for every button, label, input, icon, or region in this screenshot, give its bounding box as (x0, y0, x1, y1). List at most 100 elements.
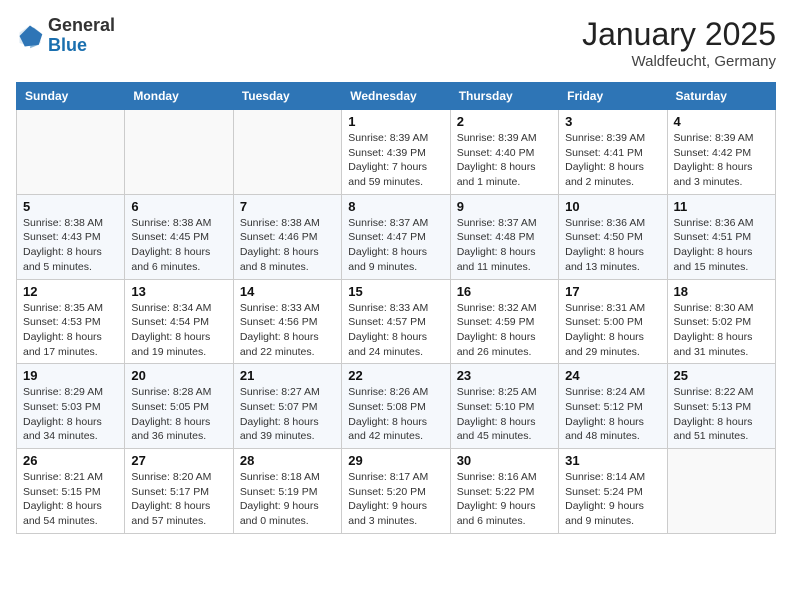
day-number: 23 (457, 368, 552, 383)
day-info: Sunrise: 8:34 AMSunset: 4:54 PMDaylight:… (131, 301, 226, 360)
calendar-week-row: 12Sunrise: 8:35 AMSunset: 4:53 PMDayligh… (17, 279, 776, 364)
calendar-cell: 15Sunrise: 8:33 AMSunset: 4:57 PMDayligh… (342, 279, 450, 364)
calendar-week-row: 19 Sunrise: 8:29 AMSunset: 5:03 PMDayligh… (17, 364, 776, 449)
day-info: Sunrise: 8:39 AMSunset: 4:41 PMDaylight:… (565, 131, 660, 190)
calendar-cell: 22 Sunrise: 8:26 AMSunset: 5:08 PMDayligh… (342, 364, 450, 449)
calendar-cell: 23 Sunrise: 8:25 AMSunset: 5:10 PMDayligh… (450, 364, 558, 449)
day-number: 28 (240, 453, 335, 468)
calendar-cell: 3 Sunrise: 8:39 AMSunset: 4:41 PMDaylight… (559, 110, 667, 195)
calendar-header-row: SundayMondayTuesdayWednesdayThursdayFrid… (17, 83, 776, 110)
day-number: 13 (131, 284, 226, 299)
day-info: Sunrise: 8:31 AMSunset: 5:00 PMDaylight:… (565, 301, 660, 360)
weekday-header: Monday (125, 83, 233, 110)
day-number: 19 (23, 368, 118, 383)
calendar-cell: 2Sunrise: 8:39 AMSunset: 4:40 PMDaylight… (450, 110, 558, 195)
day-number: 11 (674, 199, 769, 214)
calendar-week-row: 1 Sunrise: 8:39 AMSunset: 4:39 PMDaylight… (17, 110, 776, 195)
calendar-cell: 24 Sunrise: 8:24 AMSunset: 5:12 PMDayligh… (559, 364, 667, 449)
day-info: Sunrise: 8:32 AMSunset: 4:59 PMDaylight:… (457, 301, 552, 360)
calendar-cell: 17 Sunrise: 8:31 AMSunset: 5:00 PMDayligh… (559, 279, 667, 364)
day-info: Sunrise: 8:26 AMSunset: 5:08 PMDaylight:… (348, 385, 443, 444)
day-info: Sunrise: 8:37 AMSunset: 4:47 PMDaylight:… (348, 216, 443, 275)
weekday-header: Saturday (667, 83, 775, 110)
calendar-cell: 9 Sunrise: 8:37 AMSunset: 4:48 PMDaylight… (450, 194, 558, 279)
day-number: 6 (131, 199, 226, 214)
logo-text: General Blue (48, 16, 115, 56)
calendar-cell: 5 Sunrise: 8:38 AMSunset: 4:43 PMDaylight… (17, 194, 125, 279)
calendar-cell: 28 Sunrise: 8:18 AMSunset: 5:19 PMDayligh… (233, 449, 341, 534)
day-number: 30 (457, 453, 552, 468)
day-number: 21 (240, 368, 335, 383)
day-number: 9 (457, 199, 552, 214)
day-info: Sunrise: 8:38 AMSunset: 4:43 PMDaylight:… (23, 216, 118, 275)
calendar-cell: 20Sunrise: 8:28 AMSunset: 5:05 PMDayligh… (125, 364, 233, 449)
logo-icon (16, 22, 44, 50)
day-number: 20 (131, 368, 226, 383)
day-number: 29 (348, 453, 443, 468)
calendar-cell: 25 Sunrise: 8:22 AMSunset: 5:13 PMDayligh… (667, 364, 775, 449)
day-info: Sunrise: 8:39 AMSunset: 4:42 PMDaylight:… (674, 131, 769, 190)
day-info: Sunrise: 8:38 AMSunset: 4:46 PMDaylight:… (240, 216, 335, 275)
title-block: January 2025 Waldfeucht, Germany (582, 16, 776, 70)
calendar-cell: 16Sunrise: 8:32 AMSunset: 4:59 PMDayligh… (450, 279, 558, 364)
day-number: 26 (23, 453, 118, 468)
day-number: 10 (565, 199, 660, 214)
calendar-week-row: 5 Sunrise: 8:38 AMSunset: 4:43 PMDaylight… (17, 194, 776, 279)
calendar-cell: 1 Sunrise: 8:39 AMSunset: 4:39 PMDaylight… (342, 110, 450, 195)
calendar-cell: 30 Sunrise: 8:16 AMSunset: 5:22 PMDayligh… (450, 449, 558, 534)
day-number: 1 (348, 114, 443, 129)
calendar-cell: 26Sunrise: 8:21 AMSunset: 5:15 PMDayligh… (17, 449, 125, 534)
calendar-cell: 12Sunrise: 8:35 AMSunset: 4:53 PMDayligh… (17, 279, 125, 364)
day-info: Sunrise: 8:25 AMSunset: 5:10 PMDaylight:… (457, 385, 552, 444)
day-number: 24 (565, 368, 660, 383)
calendar-cell: 7 Sunrise: 8:38 AMSunset: 4:46 PMDaylight… (233, 194, 341, 279)
location-subtitle: Waldfeucht, Germany (582, 53, 776, 70)
day-info: Sunrise: 8:33 AMSunset: 4:56 PMDaylight:… (240, 301, 335, 360)
day-info: Sunrise: 8:30 AMSunset: 5:02 PMDaylight:… (674, 301, 769, 360)
logo-blue: Blue (48, 36, 115, 56)
calendar-cell: 31Sunrise: 8:14 AMSunset: 5:24 PMDayligh… (559, 449, 667, 534)
calendar-cell: 13 Sunrise: 8:34 AMSunset: 4:54 PMDayligh… (125, 279, 233, 364)
day-number: 7 (240, 199, 335, 214)
day-number: 31 (565, 453, 660, 468)
day-info: Sunrise: 8:24 AMSunset: 5:12 PMDaylight:… (565, 385, 660, 444)
day-info: Sunrise: 8:29 AMSunset: 5:03 PMDaylight:… (23, 385, 118, 444)
day-info: Sunrise: 8:33 AMSunset: 4:57 PMDaylight:… (348, 301, 443, 360)
calendar-cell (233, 110, 341, 195)
day-info: Sunrise: 8:27 AMSunset: 5:07 PMDaylight:… (240, 385, 335, 444)
day-number: 3 (565, 114, 660, 129)
calendar-cell: 19 Sunrise: 8:29 AMSunset: 5:03 PMDayligh… (17, 364, 125, 449)
logo-general: General (48, 16, 115, 36)
calendar-cell (17, 110, 125, 195)
logo: General Blue (16, 16, 115, 56)
day-info: Sunrise: 8:39 AMSunset: 4:39 PMDaylight:… (348, 131, 443, 190)
day-info: Sunrise: 8:22 AMSunset: 5:13 PMDaylight:… (674, 385, 769, 444)
day-number: 5 (23, 199, 118, 214)
day-number: 17 (565, 284, 660, 299)
day-info: Sunrise: 8:38 AMSunset: 4:45 PMDaylight:… (131, 216, 226, 275)
day-info: Sunrise: 8:36 AMSunset: 4:50 PMDaylight:… (565, 216, 660, 275)
calendar-cell: 4 Sunrise: 8:39 AMSunset: 4:42 PMDaylight… (667, 110, 775, 195)
day-number: 22 (348, 368, 443, 383)
calendar-cell: 10 Sunrise: 8:36 AMSunset: 4:50 PMDayligh… (559, 194, 667, 279)
weekday-header: Sunday (17, 83, 125, 110)
day-info: Sunrise: 8:16 AMSunset: 5:22 PMDaylight:… (457, 470, 552, 529)
calendar-week-row: 26Sunrise: 8:21 AMSunset: 5:15 PMDayligh… (17, 449, 776, 534)
calendar-cell: 14 Sunrise: 8:33 AMSunset: 4:56 PMDayligh… (233, 279, 341, 364)
day-number: 25 (674, 368, 769, 383)
day-number: 14 (240, 284, 335, 299)
day-number: 27 (131, 453, 226, 468)
day-number: 4 (674, 114, 769, 129)
day-info: Sunrise: 8:20 AMSunset: 5:17 PMDaylight:… (131, 470, 226, 529)
calendar-cell: 6 Sunrise: 8:38 AMSunset: 4:45 PMDaylight… (125, 194, 233, 279)
day-number: 12 (23, 284, 118, 299)
month-title: January 2025 (582, 16, 776, 53)
day-number: 18 (674, 284, 769, 299)
day-number: 8 (348, 199, 443, 214)
calendar-cell (125, 110, 233, 195)
calendar-table: SundayMondayTuesdayWednesdayThursdayFrid… (16, 82, 776, 534)
day-info: Sunrise: 8:37 AMSunset: 4:48 PMDaylight:… (457, 216, 552, 275)
day-number: 2 (457, 114, 552, 129)
day-info: Sunrise: 8:18 AMSunset: 5:19 PMDaylight:… (240, 470, 335, 529)
calendar-cell: 27 Sunrise: 8:20 AMSunset: 5:17 PMDayligh… (125, 449, 233, 534)
